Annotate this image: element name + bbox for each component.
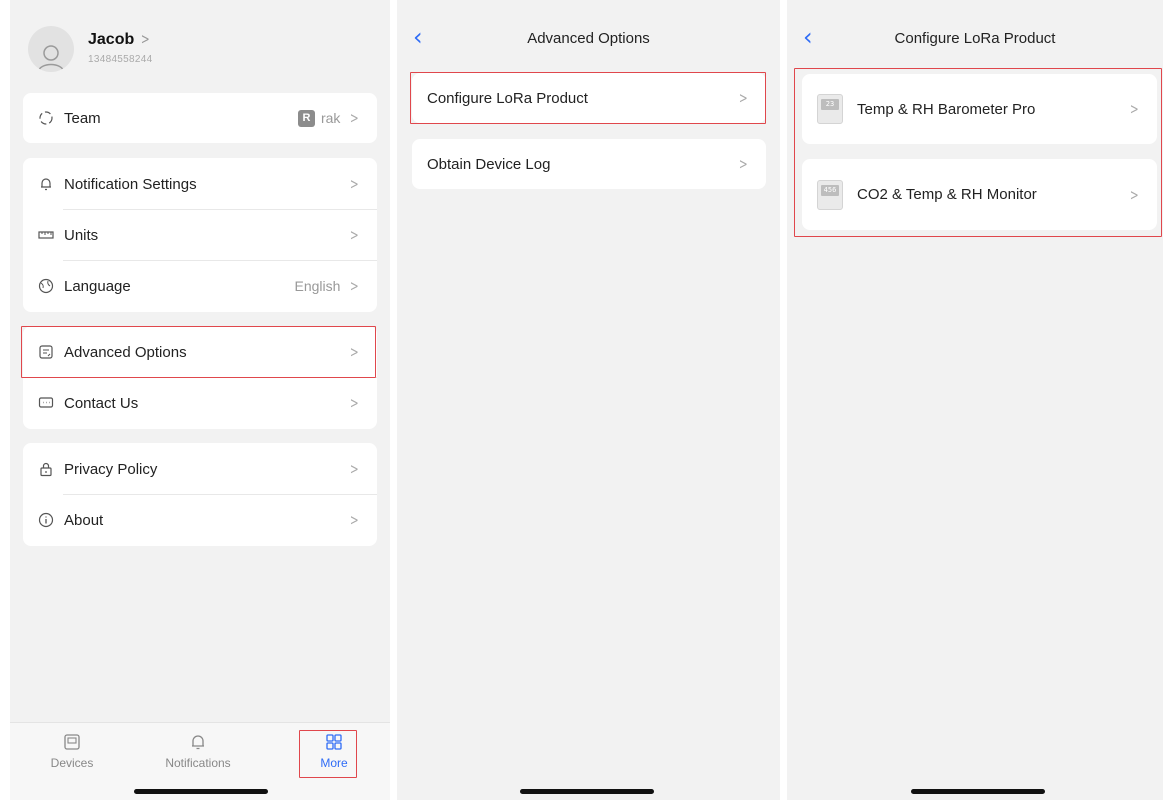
team-icon bbox=[38, 110, 54, 126]
more-screen: Jacob > 13484558244 Team R rak > Notific… bbox=[10, 0, 390, 800]
profile-name: Jacob bbox=[88, 31, 135, 48]
language-row[interactable]: Language English > bbox=[23, 260, 377, 312]
info-icon bbox=[38, 512, 54, 528]
product-row-co2[interactable]: 456 CO2 & Temp & RH Monitor > bbox=[802, 159, 1157, 230]
sensor-device-icon: 456 bbox=[817, 179, 843, 210]
support-card: Advanced Options > Contact Us > bbox=[23, 326, 377, 429]
units-label: Units bbox=[64, 226, 99, 244]
team-row[interactable]: Team R rak > bbox=[23, 93, 377, 143]
chevron-right-icon: > bbox=[350, 460, 360, 478]
tab-devices-label: Devices bbox=[50, 756, 94, 770]
bell-settings-icon bbox=[38, 176, 54, 192]
grid-icon bbox=[326, 734, 342, 750]
tab-more-label: More bbox=[320, 756, 348, 770]
chevron-right-icon: > bbox=[350, 109, 360, 127]
chevron-right-icon: > bbox=[350, 511, 360, 529]
chevron-right-icon: > bbox=[1130, 100, 1140, 118]
about-row[interactable]: About > bbox=[23, 494, 377, 546]
tab-notifications-label: Notifications bbox=[165, 756, 231, 770]
chevron-right-icon: > bbox=[739, 155, 749, 173]
chevron-right-icon: > bbox=[350, 226, 360, 244]
obtain-log-row[interactable]: Obtain Device Log > bbox=[412, 139, 766, 189]
product-card-barometer: 23 Temp & RH Barometer Pro > bbox=[802, 74, 1157, 144]
nav-header: ‹ Advanced Options bbox=[397, 0, 780, 72]
notification-settings-label: Notification Settings bbox=[64, 175, 197, 193]
team-badge: R bbox=[297, 109, 315, 127]
chevron-right-icon: > bbox=[739, 89, 749, 107]
product-label-barometer: Temp & RH Barometer Pro bbox=[857, 100, 1036, 118]
page-title: Configure LoRa Product bbox=[894, 30, 1056, 47]
team-label: Team bbox=[64, 109, 101, 127]
page-title: Advanced Options bbox=[527, 30, 650, 47]
contact-us-label: Contact Us bbox=[64, 394, 139, 412]
privacy-policy-row[interactable]: Privacy Policy > bbox=[23, 443, 377, 495]
profile-chevron-icon: > bbox=[140, 30, 150, 48]
language-label: Language bbox=[64, 277, 131, 295]
configure-lora-label: Configure LoRa Product bbox=[427, 89, 588, 107]
about-label: About bbox=[64, 511, 104, 529]
configure-lora-row[interactable]: Configure LoRa Product > bbox=[412, 73, 766, 123]
home-indicator bbox=[134, 789, 268, 794]
sensor-device-icon: 23 bbox=[817, 94, 843, 124]
tab-notifications[interactable]: Notifications bbox=[158, 731, 238, 770]
legal-card: Privacy Policy > About > bbox=[23, 443, 377, 546]
language-value: English bbox=[294, 278, 341, 294]
profile-header[interactable]: Jacob > 13484558244 bbox=[28, 16, 328, 72]
product-label-co2: CO2 & Temp & RH Monitor bbox=[857, 186, 1037, 203]
profile-phone: 13484558244 bbox=[88, 54, 153, 65]
chevron-right-icon: > bbox=[350, 175, 360, 193]
tab-devices[interactable]: Devices bbox=[32, 731, 112, 770]
user-icon bbox=[37, 45, 65, 72]
chevron-right-icon: > bbox=[350, 394, 360, 412]
advanced-options-screen: ‹ Advanced Options Configure LoRa Produc… bbox=[397, 0, 780, 800]
product-card-co2: 456 CO2 & Temp & RH Monitor > bbox=[802, 159, 1157, 230]
bell-icon bbox=[192, 735, 204, 750]
globe-icon bbox=[38, 278, 54, 294]
configure-lora-screen: ‹ Configure LoRa Product 23 Temp & RH Ba… bbox=[787, 0, 1163, 800]
home-indicator bbox=[520, 789, 654, 794]
units-row[interactable]: Units > bbox=[23, 209, 377, 261]
chevron-right-icon: > bbox=[1130, 185, 1140, 204]
chevron-right-icon: > bbox=[350, 277, 360, 295]
team-card: Team R rak > bbox=[23, 93, 377, 143]
obtain-log-card: Obtain Device Log > bbox=[412, 139, 766, 189]
home-indicator bbox=[911, 789, 1045, 794]
devices-icon bbox=[64, 734, 80, 750]
configure-lora-card: Configure LoRa Product > bbox=[412, 73, 766, 123]
chevron-right-icon: > bbox=[350, 343, 360, 361]
ruler-icon bbox=[38, 227, 54, 243]
contact-us-row[interactable]: Contact Us > bbox=[23, 377, 377, 429]
team-value: rak bbox=[320, 110, 341, 126]
advanced-options-row[interactable]: Advanced Options > bbox=[23, 326, 377, 378]
avatar[interactable] bbox=[28, 26, 74, 72]
settings-card: Notification Settings > Units > Language… bbox=[23, 158, 377, 312]
tab-more[interactable]: More bbox=[294, 731, 374, 770]
privacy-policy-label: Privacy Policy bbox=[64, 460, 158, 478]
chat-icon bbox=[38, 395, 54, 411]
product-row-barometer[interactable]: 23 Temp & RH Barometer Pro > bbox=[802, 74, 1157, 144]
advanced-options-label: Advanced Options bbox=[64, 343, 187, 361]
obtain-log-label: Obtain Device Log bbox=[427, 155, 551, 173]
notification-settings-row[interactable]: Notification Settings > bbox=[23, 158, 377, 210]
nav-header: ‹ Configure LoRa Product bbox=[787, 0, 1163, 72]
lock-icon bbox=[38, 461, 54, 477]
advanced-icon bbox=[38, 344, 54, 360]
